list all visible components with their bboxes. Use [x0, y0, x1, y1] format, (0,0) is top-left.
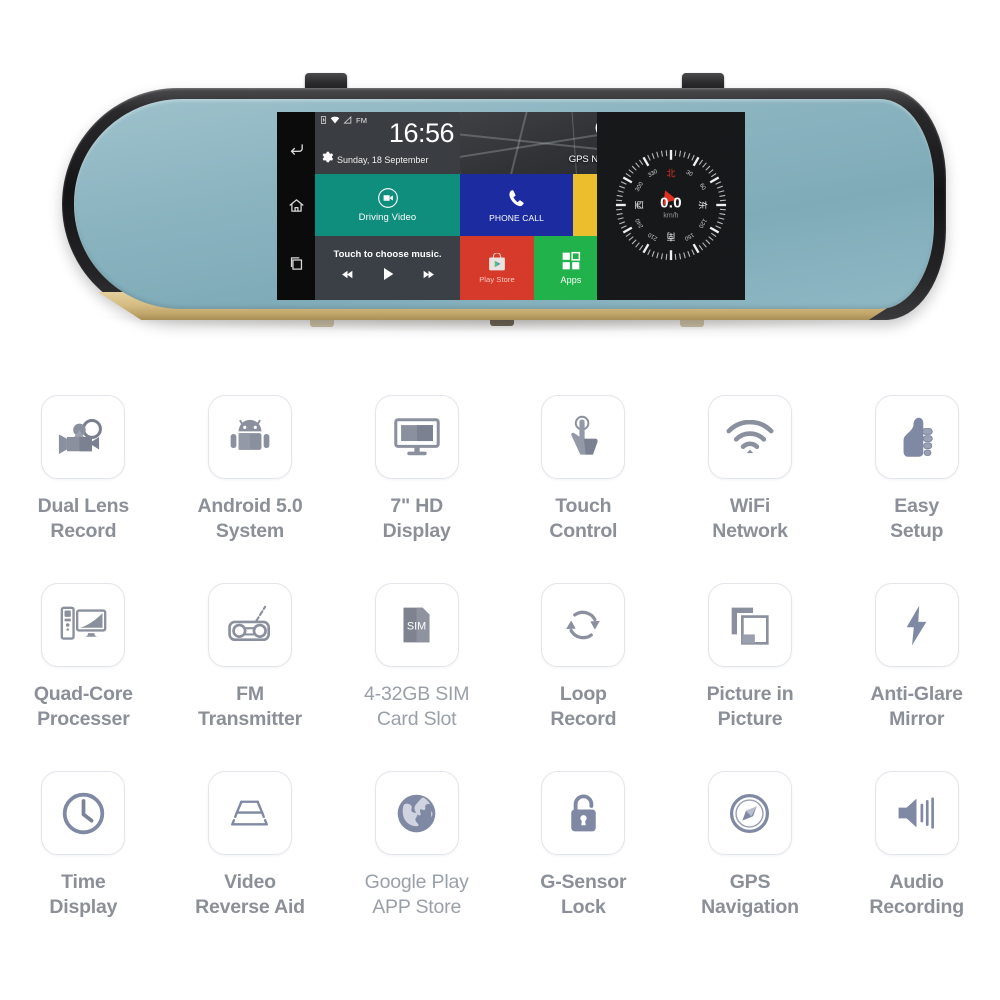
- svg-text:330: 330: [647, 168, 659, 178]
- feature-g-sensor-lock: G-Sensor Lock: [500, 771, 667, 959]
- feature-label: Audio Recording: [869, 871, 964, 918]
- feature-anti-glare-mirror: Anti-Glare Mirror: [833, 583, 1000, 771]
- feature-label: WiFi Network: [712, 495, 788, 542]
- product-feature-page: FM 16:56 Sunday, 18 September GPS 30 60 …: [0, 0, 1000, 1000]
- feature-label: G-Sensor Lock: [540, 871, 627, 918]
- feature-loop-record: Loop Record: [500, 583, 667, 771]
- home-icon[interactable]: [286, 196, 306, 216]
- feature-label: Easy Setup: [890, 495, 944, 542]
- video-camera-icon: [41, 395, 126, 479]
- feature-picture-in-picture: Picture in Picture: [667, 583, 834, 771]
- tile-phone-call[interactable]: PHONE CALL: [460, 174, 573, 236]
- recent-apps-icon[interactable]: [286, 253, 306, 273]
- feature-android-system: Android 5.0 System: [167, 395, 334, 583]
- tile-play-store-label: Play Store: [479, 274, 515, 284]
- touch-hand-icon: [541, 395, 626, 479]
- speaker-sound-icon: [874, 771, 959, 855]
- svg-text:210: 210: [647, 231, 659, 241]
- feature-google-play-store: Google Play APP Store: [333, 771, 500, 959]
- lightning-bolt-icon: [874, 583, 959, 667]
- gauge-speed-value: 0.0: [660, 194, 682, 212]
- feature-label: Touch Control: [549, 495, 618, 542]
- tile-driving-video[interactable]: Driving Video: [315, 174, 460, 236]
- rearview-mirror-device: FM 16:56 Sunday, 18 September GPS 30 60 …: [0, 0, 1000, 360]
- gauge-speed-unit: km/h: [663, 212, 679, 220]
- padlock-icon: [541, 771, 626, 855]
- wifi-icon: [330, 111, 340, 129]
- feature-label: 7" HD Display: [382, 495, 451, 542]
- music-prompt: Touch to choose music.: [333, 249, 442, 260]
- play-icon[interactable]: [380, 266, 396, 287]
- monitor-icon: [374, 395, 459, 479]
- feature-label: Picture in Picture: [706, 683, 794, 730]
- android-touchscreen[interactable]: FM 16:56 Sunday, 18 September GPS 30 60 …: [277, 112, 745, 300]
- svg-text:SIM: SIM: [407, 620, 426, 632]
- feature-label: Android 5.0 System: [197, 495, 303, 542]
- picture-in-picture-icon: [707, 583, 792, 667]
- feature-audio-recording: Audio Recording: [833, 771, 1000, 959]
- feature-label: Loop Record: [550, 683, 617, 730]
- play-store-bag-icon: [489, 252, 505, 270]
- feature-label: Quad-Core Processer: [33, 683, 133, 730]
- feature-label: Video Reverse Aid: [195, 871, 305, 918]
- feature-label: FM Transmitter: [197, 683, 302, 730]
- svg-text:北: 北: [667, 169, 676, 180]
- feature-dual-lens-record: Dual Lens Record: [0, 395, 167, 583]
- feature-label: Google Play APP Store: [364, 871, 469, 918]
- svg-text:南: 南: [666, 230, 675, 242]
- speed-compass-gauge[interactable]: 30 60 120 150 210 240 300 330 北东南西 0.0 km/h: [597, 112, 745, 300]
- feature-label: GPS Navigation: [701, 871, 799, 918]
- android-navigation-bar[interactable]: [277, 112, 315, 300]
- feature-easy-setup: Easy Setup: [833, 395, 1000, 583]
- tile-play-store[interactable]: Play Store: [460, 236, 534, 300]
- thumbs-up-icon: [874, 395, 959, 479]
- signal-triangle-icon: [343, 111, 352, 129]
- feature-quad-core-processor: Quad-Core Processer: [0, 583, 167, 771]
- tile-apps-label: Apps: [560, 275, 582, 285]
- clock-time: 16:56: [388, 118, 455, 148]
- apps-grid-icon: [562, 251, 581, 270]
- feature-label: Anti-Glare Mirror: [870, 683, 963, 730]
- fast-forward-icon[interactable]: [422, 268, 435, 286]
- feature-time-display: Time Display: [0, 771, 167, 959]
- svg-text:30: 30: [685, 170, 694, 179]
- feature-gps-navigation: GPS Navigation: [667, 771, 834, 959]
- feature-video-reverse-aid: Video Reverse Aid: [167, 771, 334, 959]
- reverse-lines-icon: [207, 771, 292, 855]
- feature-grid: Dual Lens Record Android 5.0 System 7" H…: [0, 395, 1000, 959]
- feature-fm-transmitter: FM Transmitter: [167, 583, 334, 771]
- svg-text:60: 60: [698, 183, 707, 192]
- clock-widget[interactable]: FM 16:56 Sunday, 18 September: [315, 112, 460, 174]
- clock-date: Sunday, 18 September: [337, 154, 429, 165]
- video-camera-circle-icon: [377, 188, 398, 208]
- feature-sim-card-slot: SIM 4-32GB SIM Card Slot: [333, 583, 500, 771]
- feature-label: 4-32GB SIM Card Slot: [364, 683, 470, 730]
- loop-arrows-icon: [541, 583, 626, 667]
- battery-charging-icon: [320, 111, 327, 129]
- feature-label: Time Display: [49, 871, 118, 918]
- gear-icon[interactable]: [320, 150, 334, 169]
- feature-touch-control: Touch Control: [500, 395, 667, 583]
- wifi-icon: [707, 395, 792, 479]
- clock-icon: [41, 771, 126, 855]
- tile-phone-call-label: PHONE CALL: [489, 212, 544, 223]
- feature-label: Dual Lens Record: [37, 495, 130, 542]
- desktop-tower-icon: [41, 583, 126, 667]
- feature-hd-display: 7" HD Display: [333, 395, 500, 583]
- back-arrow-icon[interactable]: [286, 139, 306, 159]
- android-robot-icon: [207, 395, 292, 479]
- svg-text:150: 150: [683, 231, 695, 241]
- mirror-glass: FM 16:56 Sunday, 18 September GPS 30 60 …: [74, 99, 934, 309]
- sim-card-icon: SIM: [374, 583, 459, 667]
- phone-handset-icon: [508, 189, 524, 206]
- globe-icon: [374, 771, 459, 855]
- compass-icon: [707, 771, 792, 855]
- fm-status-label: FM: [356, 115, 368, 125]
- radio-icon: [207, 583, 292, 667]
- svg-text:300: 300: [635, 181, 645, 193]
- tile-driving-video-label: Driving Video: [358, 212, 417, 223]
- tile-music-player[interactable]: Touch to choose music.: [315, 236, 460, 300]
- rewind-icon[interactable]: [341, 268, 354, 286]
- feature-wifi-network: WiFi Network: [667, 395, 834, 583]
